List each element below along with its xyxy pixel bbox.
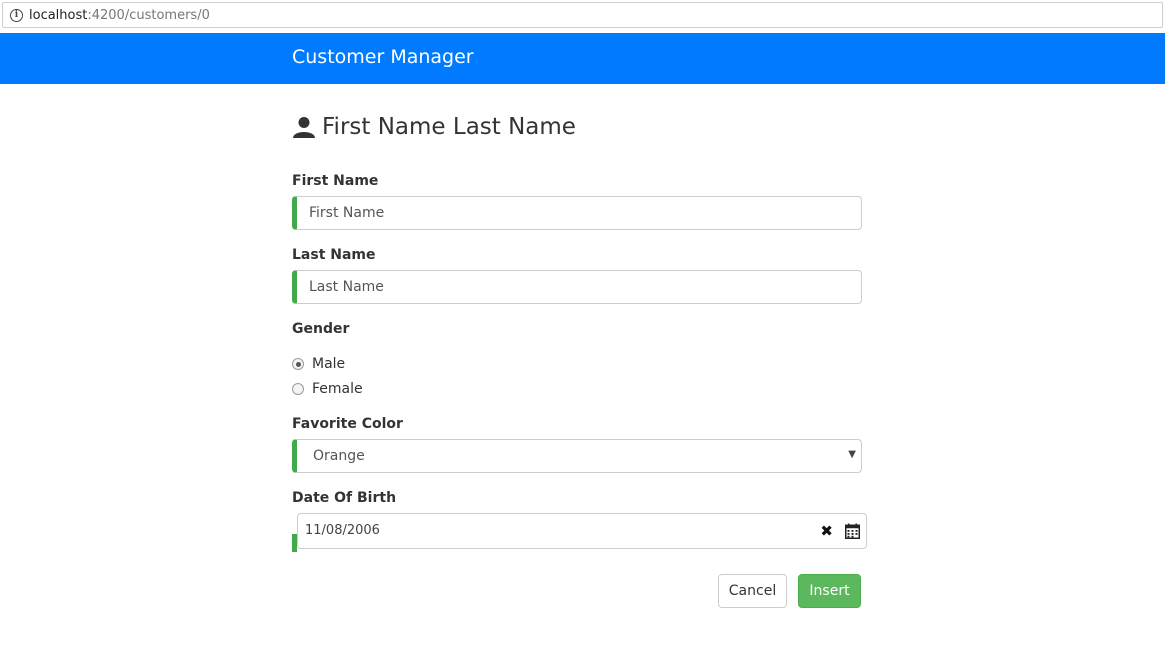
cancel-button[interactable]: Cancel	[718, 574, 787, 608]
calendar-icon[interactable]	[845, 523, 860, 539]
gender-label: Gender	[292, 321, 350, 337]
male-radio-label: Male	[312, 356, 346, 372]
chevron-down-icon: ▼	[848, 449, 856, 460]
page-title: First Name Last Name	[322, 114, 576, 140]
first-name-label: First Name	[292, 173, 379, 189]
url-box[interactable]: i localhost:4200/customers/0	[2, 2, 1163, 28]
date-of-birth-value[interactable]: 11/08/2006	[305, 523, 380, 538]
first-name-input[interactable]	[292, 196, 862, 230]
last-name-input[interactable]	[292, 270, 862, 304]
browser-address-bar: i localhost:4200/customers/0	[0, 0, 1165, 32]
url-text[interactable]: localhost:4200/customers/0	[29, 8, 210, 23]
user-icon	[293, 117, 315, 138]
url-host: localhost	[29, 7, 88, 23]
male-radio[interactable]	[292, 358, 304, 370]
url-path: :4200/customers/0	[87, 7, 210, 23]
female-radio-label: Female	[312, 381, 363, 397]
brand-title[interactable]: Customer Manager	[292, 46, 474, 68]
insert-button[interactable]: Insert	[798, 574, 861, 608]
gender-option-female[interactable]: Female	[292, 381, 363, 397]
favorite-color-select[interactable]: Orange ▼	[292, 439, 862, 473]
page-heading: First Name Last Name	[292, 114, 576, 140]
info-icon[interactable]: i	[10, 8, 23, 22]
female-radio[interactable]	[292, 383, 304, 395]
favorite-color-value: Orange	[313, 448, 365, 464]
gender-option-male[interactable]: Male	[292, 356, 345, 372]
navbar: Customer Manager	[0, 33, 1165, 84]
favorite-color-label: Favorite Color	[292, 416, 403, 432]
clear-icon[interactable]: ✖	[820, 522, 833, 540]
date-of-birth-label: Date Of Birth	[292, 490, 397, 506]
last-name-label: Last Name	[292, 247, 376, 263]
date-of-birth-picker[interactable]: 11/08/2006 ✖	[297, 513, 867, 549]
